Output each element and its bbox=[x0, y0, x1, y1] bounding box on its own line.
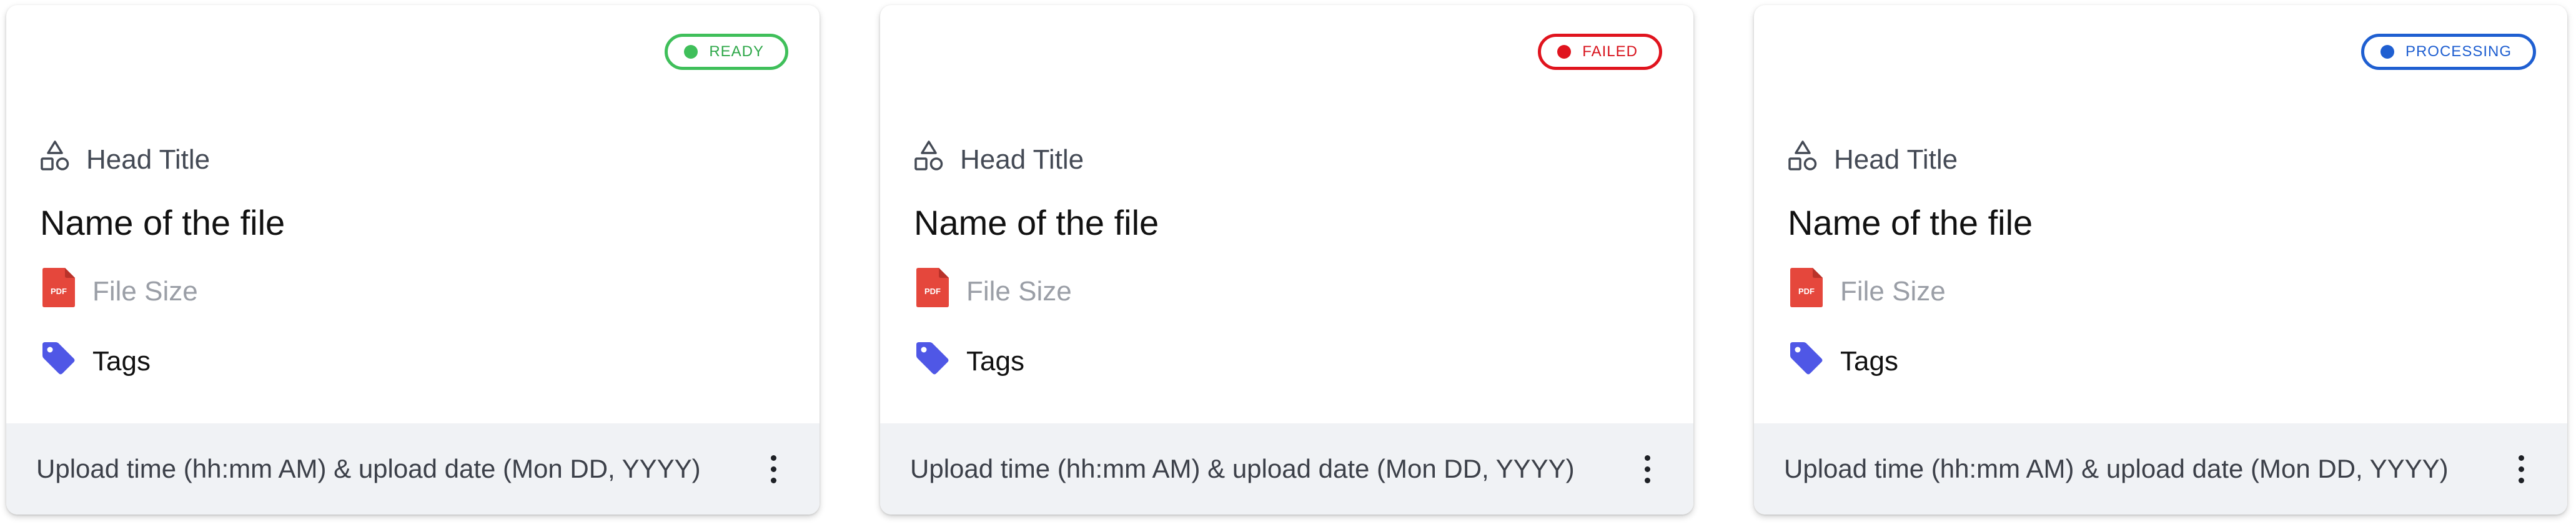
file-name[interactable]: Name of the file bbox=[914, 202, 1159, 243]
tags-row: Tags bbox=[1788, 340, 1898, 383]
shapes-icon bbox=[1788, 140, 1818, 179]
file-size: File Size bbox=[92, 275, 198, 307]
file-name[interactable]: Name of the file bbox=[40, 202, 285, 243]
file-size-row: PDF File Size bbox=[914, 267, 1072, 315]
file-size-row: PDF File Size bbox=[40, 267, 198, 315]
file-name[interactable]: Name of the file bbox=[1788, 202, 2033, 243]
status-badge: READY bbox=[665, 34, 788, 70]
pdf-icon-label: PDF bbox=[1798, 287, 1815, 296]
file-card-list: READY Head Title Name of the file PDF Fi… bbox=[0, 0, 2576, 532]
file-card[interactable]: READY Head Title Name of the file PDF Fi… bbox=[6, 5, 820, 515]
head-title: Head Title bbox=[86, 144, 211, 175]
file-size-row: PDF File Size bbox=[1788, 267, 1946, 315]
status-label: READY bbox=[709, 43, 764, 60]
file-name-row: Name of the file bbox=[40, 202, 285, 243]
tag-icon bbox=[40, 340, 76, 383]
pdf-file-icon: PDF bbox=[40, 267, 76, 315]
tags-row: Tags bbox=[40, 340, 151, 383]
status-dot bbox=[2380, 45, 2394, 59]
card-footer: Upload time (hh:mm AM) & upload date (Mo… bbox=[6, 423, 820, 515]
tag-icon bbox=[1788, 340, 1824, 383]
more-options-button[interactable] bbox=[761, 444, 786, 494]
head-title: Head Title bbox=[1834, 144, 1958, 175]
head-title: Head Title bbox=[960, 144, 1084, 175]
head-title-row: Head Title bbox=[914, 140, 1084, 179]
file-card[interactable]: FAILED Head Title Name of the file PDF F… bbox=[880, 5, 1693, 515]
head-title-row: Head Title bbox=[40, 140, 210, 179]
shapes-icon bbox=[914, 140, 944, 179]
tag-icon bbox=[914, 340, 950, 383]
pdf-icon-label: PDF bbox=[51, 287, 67, 296]
shapes-icon bbox=[40, 140, 70, 179]
file-name-row: Name of the file bbox=[1788, 202, 2033, 243]
tags[interactable]: Tags bbox=[1840, 346, 1898, 377]
more-vertical-icon bbox=[770, 455, 776, 461]
upload-info: Upload time (hh:mm AM) & upload date (Mo… bbox=[1784, 454, 2449, 483]
upload-info: Upload time (hh:mm AM) & upload date (Mo… bbox=[36, 454, 701, 483]
pdf-file-icon: PDF bbox=[914, 267, 950, 315]
status-dot bbox=[684, 45, 698, 59]
pdf-file-icon: PDF bbox=[1788, 267, 1824, 315]
tags-row: Tags bbox=[914, 340, 1024, 383]
card-footer: Upload time (hh:mm AM) & upload date (Mo… bbox=[1754, 423, 2567, 515]
file-size: File Size bbox=[966, 275, 1072, 307]
head-title-row: Head Title bbox=[1788, 140, 1958, 179]
card-footer: Upload time (hh:mm AM) & upload date (Mo… bbox=[880, 423, 1693, 515]
status-label: PROCESSING bbox=[2405, 43, 2512, 60]
file-name-row: Name of the file bbox=[914, 202, 1159, 243]
status-dot bbox=[1557, 45, 1572, 59]
tags[interactable]: Tags bbox=[92, 346, 151, 377]
more-vertical-icon bbox=[2518, 455, 2524, 461]
status-label: FAILED bbox=[1582, 43, 1638, 60]
more-options-button[interactable] bbox=[2509, 444, 2534, 494]
more-options-button[interactable] bbox=[1635, 444, 1660, 494]
upload-info: Upload time (hh:mm AM) & upload date (Mo… bbox=[910, 454, 1575, 483]
file-card[interactable]: PROCESSING Head Title Name of the file P… bbox=[1754, 5, 2567, 515]
file-size: File Size bbox=[1840, 275, 1946, 307]
status-badge: PROCESSING bbox=[2361, 34, 2536, 70]
pdf-icon-label: PDF bbox=[924, 287, 941, 296]
status-badge: FAILED bbox=[1538, 34, 1662, 70]
tags[interactable]: Tags bbox=[966, 346, 1024, 377]
more-vertical-icon bbox=[1644, 455, 1650, 461]
